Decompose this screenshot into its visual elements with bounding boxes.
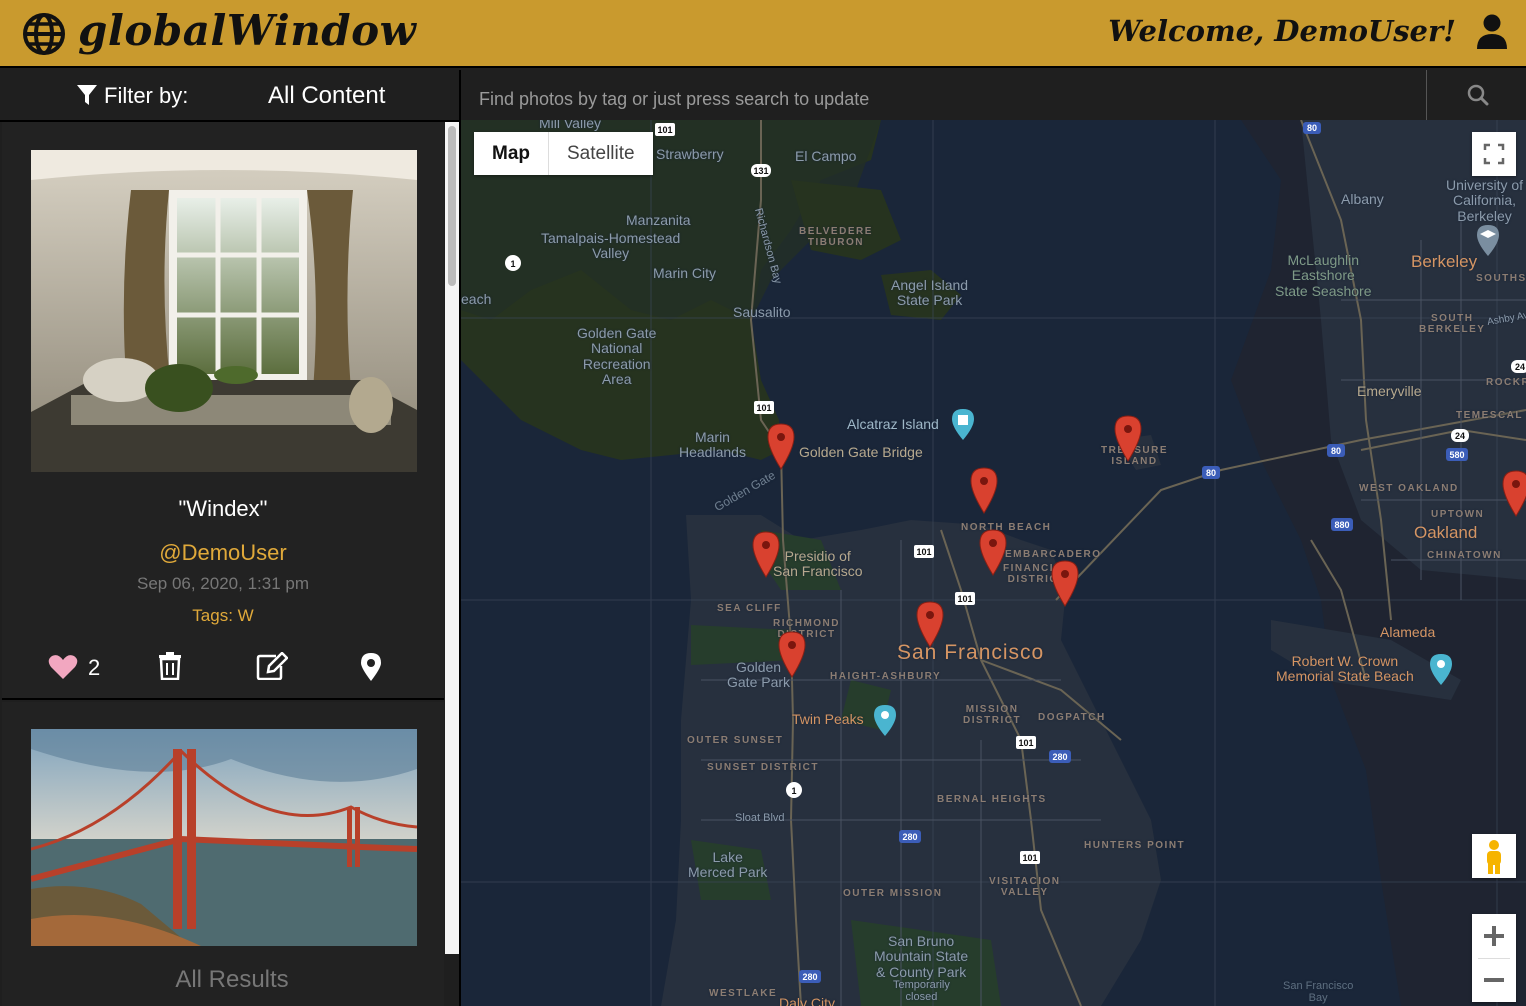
heart-icon[interactable] [48, 654, 78, 680]
map-pin-icon[interactable] [1050, 559, 1080, 607]
photo-tags: Tags: W [192, 606, 254, 625]
search-button[interactable] [1426, 70, 1526, 120]
highway-label: 280 [802, 972, 817, 982]
filter-icon [77, 85, 97, 105]
highway-label: 131 [753, 166, 768, 176]
map-pin-icon[interactable] [751, 530, 781, 578]
all-results-link[interactable]: All Results [2, 966, 459, 994]
filter-label: Filter by: [104, 83, 189, 108]
like-count: 2 [88, 655, 101, 680]
filter-select[interactable]: All Content [268, 82, 385, 110]
street-view-button[interactable] [1472, 834, 1516, 878]
highway-label: 101 [957, 594, 972, 604]
globe-icon [23, 13, 65, 55]
zoom-in-icon[interactable] [1472, 914, 1516, 958]
map-pin-icon[interactable] [777, 630, 807, 678]
poi-landmark-icon[interactable] [950, 407, 976, 441]
search-bar [461, 70, 1526, 120]
map-pin-icon[interactable] [1501, 469, 1526, 517]
map-pin-icon[interactable] [915, 600, 945, 648]
map-type-control: Map Satellite [474, 132, 653, 175]
photo-window[interactable] [31, 150, 417, 472]
pegman-icon [1487, 840, 1501, 874]
sidebar-scrollbar[interactable] [445, 122, 459, 954]
highway-label: 80 [1307, 123, 1317, 133]
app-header: globalWindow Welcome, DemoUser! [0, 0, 1526, 68]
highway-label: 101 [1022, 853, 1037, 863]
map-pin-icon[interactable] [766, 422, 796, 470]
location-pin-icon[interactable] [360, 652, 382, 682]
zoom-out-icon[interactable] [1472, 958, 1516, 1002]
user-icon[interactable] [1476, 14, 1508, 50]
photo-date: Sep 06, 2020, 1:31 pm [136, 574, 310, 593]
map-view[interactable]: Mill Valley Strawberry El Campo Manzanit… [461, 120, 1526, 1006]
highway-label: 1 [510, 259, 515, 269]
highway-label: 101 [756, 403, 771, 413]
photo-golden-gate[interactable] [31, 729, 417, 946]
poi-camera-icon[interactable] [872, 703, 898, 737]
search-input[interactable] [461, 70, 1426, 120]
highway-label: 80 [1206, 468, 1216, 478]
highway-label: 1 [791, 786, 796, 796]
map-pin-icon[interactable] [978, 528, 1008, 576]
fullscreen-button[interactable] [1472, 132, 1516, 176]
map-type-map-button[interactable]: Map [474, 132, 549, 175]
results-sidebar: "Windex" @DemoUser Sep 06, 2020, 1:31 pm… [0, 122, 461, 1006]
photo-card: All Results [2, 702, 444, 1006]
highway-label: 580 [1449, 450, 1464, 460]
brand-logo[interactable]: globalWindow [78, 6, 416, 55]
highway-label: 280 [1052, 752, 1067, 762]
map-type-satellite-button[interactable]: Satellite [549, 132, 653, 175]
highway-label: 880 [1334, 520, 1349, 530]
photo-author-link[interactable]: @DemoUser [2, 540, 444, 566]
trash-icon[interactable] [158, 652, 182, 680]
scrollbar-thumb[interactable] [448, 126, 456, 286]
welcome-message: Welcome, DemoUser! [1108, 14, 1456, 48]
map-pin-icon[interactable] [1113, 414, 1143, 462]
filter-bar: Filter by: All Content [0, 70, 461, 122]
highway-label: 101 [657, 125, 672, 135]
highway-label: 280 [902, 832, 917, 842]
highway-label: 101 [916, 547, 931, 557]
highway-label: 24 [1455, 431, 1465, 441]
highway-label: 24 [1515, 362, 1525, 372]
edit-icon[interactable] [256, 652, 288, 680]
highway-label: 80 [1331, 446, 1341, 456]
poi-school-icon[interactable] [1475, 223, 1501, 257]
fullscreen-icon [1483, 143, 1505, 165]
poi-camera-icon[interactable] [1428, 652, 1454, 686]
photo-card: "Windex" @DemoUser Sep 06, 2020, 1:31 pm… [2, 122, 444, 700]
zoom-control [1472, 914, 1516, 1002]
search-icon [1467, 84, 1489, 106]
photo-actions: 2 [2, 652, 444, 682]
photo-title: "Windex" [178, 496, 268, 521]
map-pin-icon[interactable] [969, 466, 999, 514]
highway-label: 101 [1018, 738, 1033, 748]
